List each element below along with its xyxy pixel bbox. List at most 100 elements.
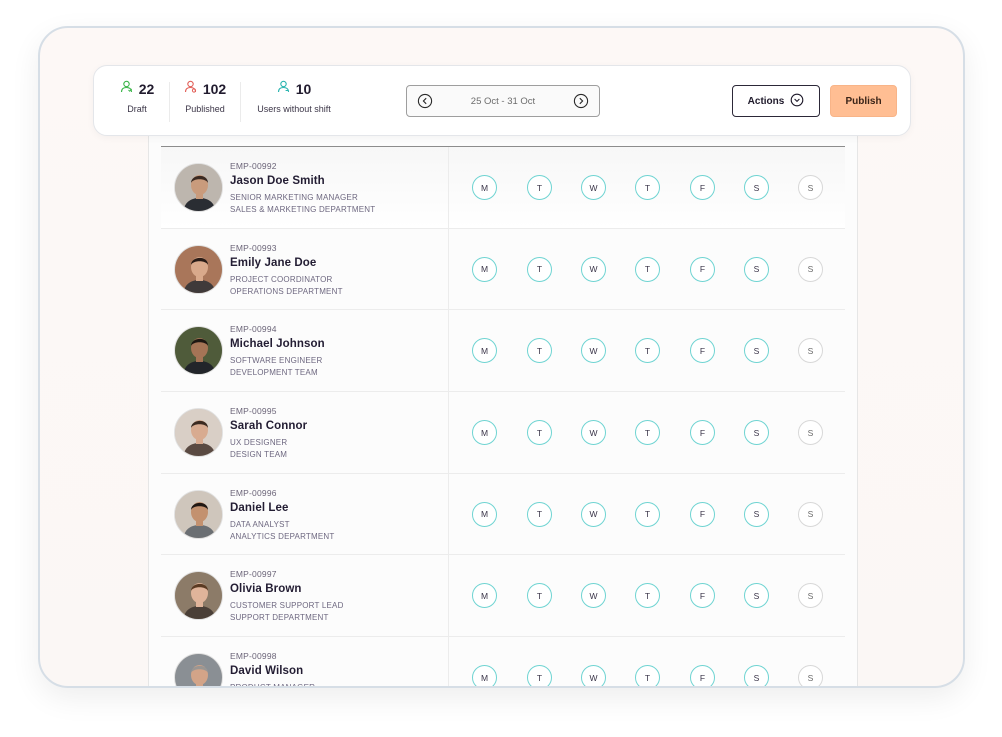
day-slot[interactable]: S	[798, 501, 823, 527]
employee-name[interactable]: Sarah Connor	[230, 420, 307, 432]
day-slot[interactable]: S	[798, 583, 823, 609]
employee-id: EMP-00993	[230, 242, 277, 253]
schedule-table: EMP-00992 Jason Doe Smith SENIOR MARKETI…	[161, 146, 845, 688]
day-slot[interactable]: S	[744, 420, 769, 446]
day-slot[interactable]: T	[635, 501, 660, 527]
avatar	[174, 408, 223, 458]
day-slot[interactable]: F	[690, 665, 715, 686]
employee-name[interactable]: Michael Johnson	[230, 338, 325, 350]
date-range-text: 25 Oct - 31 Oct	[470, 96, 536, 107]
employee-id: EMP-00995	[230, 406, 277, 417]
week-days-cell: MTWTFSS	[449, 229, 845, 310]
table-row[interactable]: EMP-00997 Olivia Brown CUSTOMER SUPPORT …	[161, 555, 845, 638]
day-slot[interactable]: T	[527, 420, 552, 446]
day-slot[interactable]: M	[472, 256, 497, 282]
day-slot[interactable]: F	[690, 338, 715, 364]
actions-label: Actions	[747, 95, 785, 107]
chevron-right-icon[interactable]	[573, 93, 589, 109]
table-row[interactable]: EMP-00992 Jason Doe Smith SENIOR MARKETI…	[161, 147, 845, 229]
day-slot[interactable]: T	[527, 665, 552, 686]
user-icon	[120, 80, 133, 98]
avatar	[174, 326, 223, 376]
schedule-sheet: EMP-00992 Jason Doe Smith SENIOR MARKETI…	[148, 126, 858, 688]
stat-users-without-shift[interactable]: 10 Users without shift	[254, 80, 334, 122]
day-slot[interactable]: S	[798, 175, 823, 200]
day-slot[interactable]: T	[527, 501, 552, 527]
employee-department: SALES & MARKETING DEPARTMENT	[230, 205, 376, 214]
day-slot[interactable]: W	[581, 338, 606, 364]
employee-name[interactable]: David Wilson	[230, 665, 303, 677]
table-row[interactable]: EMP-00996 Daniel Lee DATA ANALYST ANALYT…	[161, 473, 845, 556]
day-slot[interactable]: W	[581, 256, 606, 282]
stat-draft[interactable]: 22 Draft	[114, 80, 160, 122]
day-slot[interactable]: M	[472, 665, 497, 686]
day-slot[interactable]: S	[744, 501, 769, 527]
day-slot[interactable]: F	[690, 420, 715, 446]
day-slot[interactable]: T	[527, 583, 552, 609]
week-days-cell: MTWTFSS	[449, 474, 845, 555]
day-slot[interactable]: M	[472, 338, 497, 364]
employee-name[interactable]: Daniel Lee	[230, 502, 289, 514]
week-days-cell: MTWTFSS	[449, 555, 845, 636]
day-slot[interactable]: S	[744, 583, 769, 609]
publish-button[interactable]: Publish	[830, 85, 897, 117]
toolbar: 22 Draft 102 Published 10 Users without …	[93, 65, 911, 136]
day-slot[interactable]: S	[798, 665, 823, 686]
day-slot[interactable]: W	[581, 175, 606, 200]
day-slot[interactable]: M	[472, 583, 497, 609]
divider	[240, 82, 241, 122]
day-slot[interactable]: F	[690, 583, 715, 609]
actions-button[interactable]: Actions	[732, 85, 820, 117]
employee-cell: EMP-00993 Emily Jane Doe PROJECT COORDIN…	[161, 228, 449, 310]
week-days-cell: MTWTFSS	[449, 310, 845, 391]
day-slot[interactable]: S	[744, 665, 769, 686]
day-slot[interactable]: F	[690, 256, 715, 282]
day-slot[interactable]: S	[744, 256, 769, 282]
divider	[169, 82, 170, 122]
employee-name[interactable]: Emily Jane Doe	[230, 257, 316, 269]
employee-department: DEVELOPMENT TEAM	[230, 368, 318, 378]
employee-id: EMP-00994	[230, 324, 277, 335]
day-slot[interactable]: T	[635, 338, 660, 364]
day-slot[interactable]: T	[635, 420, 660, 446]
day-slot[interactable]: S	[798, 338, 823, 364]
day-slot[interactable]: F	[690, 175, 715, 200]
day-slot[interactable]: T	[635, 175, 660, 200]
day-slot[interactable]: M	[472, 175, 497, 200]
day-slot[interactable]: S	[744, 175, 769, 200]
day-slot[interactable]: S	[798, 256, 823, 282]
employee-name[interactable]: Jason Doe Smith	[230, 175, 325, 187]
stat-value: 10	[295, 81, 312, 97]
table-row[interactable]: EMP-00995 Sarah Connor UX DESIGNER DESIG…	[161, 392, 845, 474]
day-slot[interactable]: T	[635, 256, 660, 282]
employee-name[interactable]: Olivia Brown	[230, 583, 302, 595]
employee-department: DESIGN TEAM	[230, 450, 288, 460]
day-slot[interactable]: T	[527, 256, 552, 282]
employee-department: SUPPORT DEPARTMENT	[230, 613, 329, 623]
day-slot[interactable]: W	[581, 665, 606, 686]
day-slot[interactable]: T	[635, 665, 660, 686]
day-slot[interactable]: M	[472, 501, 497, 527]
table-row[interactable]: EMP-00998 David Wilson PRODUCT MANAGER M…	[161, 637, 845, 688]
date-range-picker[interactable]: 25 Oct - 31 Oct	[406, 85, 600, 117]
day-slot[interactable]: S	[744, 338, 769, 364]
day-slot[interactable]: W	[581, 420, 606, 446]
week-days-cell: MTWTFSS	[449, 147, 845, 228]
day-slot[interactable]: T	[635, 583, 660, 609]
day-slot[interactable]: W	[581, 501, 606, 527]
week-days-cell: MTWTFSS	[449, 392, 845, 473]
employee-role: PROJECT COORDINATOR	[230, 274, 333, 284]
stat-published[interactable]: 102 Published	[182, 80, 228, 122]
employee-id: EMP-00992	[230, 161, 277, 171]
day-slot[interactable]: T	[527, 338, 552, 364]
employee-role: PRODUCT MANAGER	[230, 683, 316, 688]
table-row[interactable]: EMP-00993 Emily Jane Doe PROJECT COORDIN…	[161, 228, 845, 311]
day-slot[interactable]: T	[527, 175, 552, 200]
table-row[interactable]: EMP-00994 Michael Johnson SOFTWARE ENGIN…	[161, 310, 845, 393]
day-slot[interactable]: S	[798, 420, 823, 446]
day-slot[interactable]: F	[690, 501, 715, 527]
day-slot[interactable]: M	[472, 420, 497, 446]
day-slot[interactable]: W	[581, 583, 606, 609]
employee-department: OPERATIONS DEPARTMENT	[230, 286, 343, 296]
employee-cell: EMP-00994 Michael Johnson SOFTWARE ENGIN…	[161, 310, 449, 392]
